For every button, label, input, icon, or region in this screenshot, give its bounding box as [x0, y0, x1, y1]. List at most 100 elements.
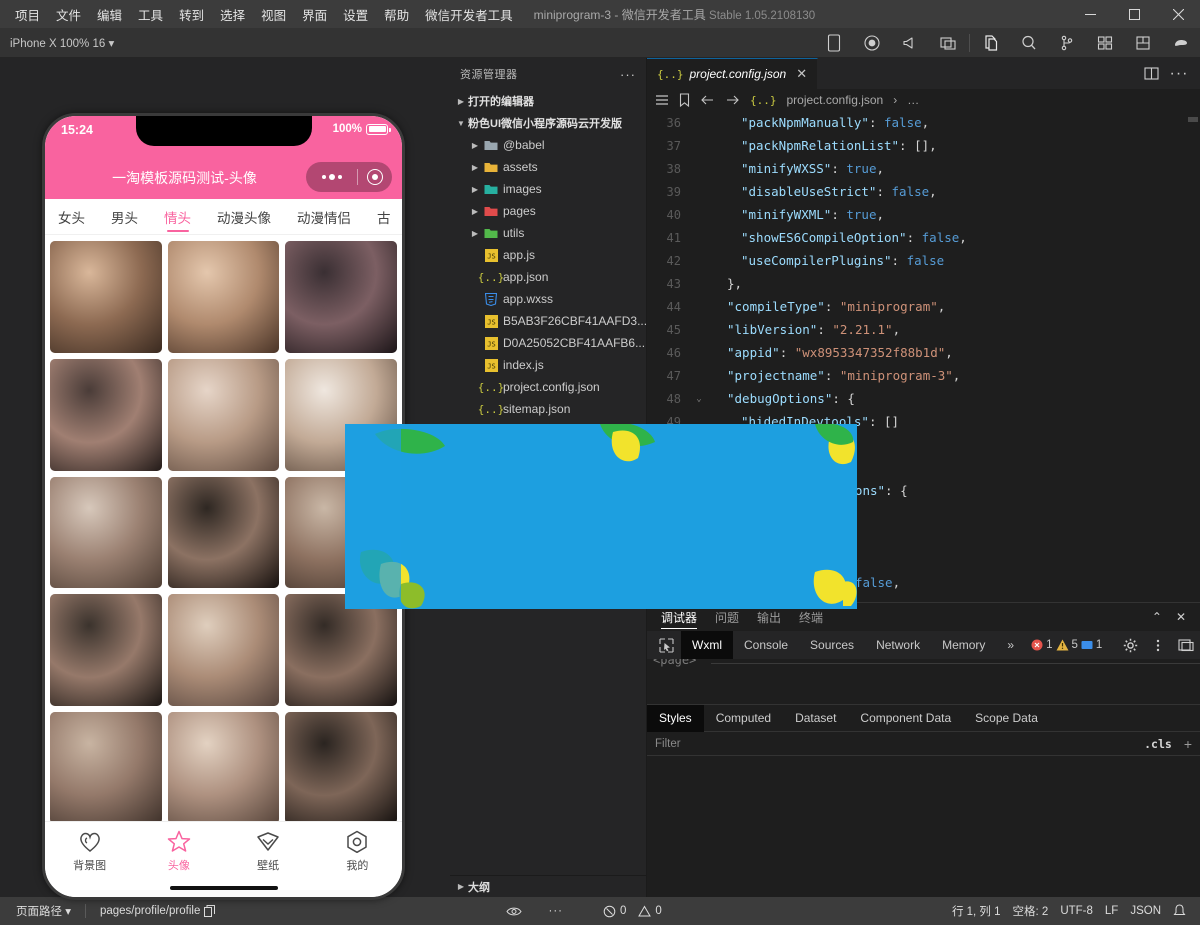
- explorer-item-6[interactable]: {..}app.json: [450, 266, 646, 288]
- devtools-issue-badges[interactable]: 151: [1031, 639, 1102, 651]
- explorer-more-button[interactable]: ···: [620, 67, 636, 82]
- encoding-indicator[interactable]: UTF-8: [1054, 897, 1099, 925]
- outline-list-icon[interactable]: [655, 93, 669, 107]
- copy-icon[interactable]: [204, 905, 216, 917]
- inspect-element-icon[interactable]: [651, 631, 681, 659]
- indentation-indicator[interactable]: 空格: 2: [1007, 897, 1055, 925]
- badge-info[interactable]: 1: [1081, 639, 1102, 651]
- editor-tab-project-config[interactable]: {..} project.config.json ✕: [647, 58, 818, 89]
- explorer-item-12[interactable]: {..}sitemap.json: [450, 398, 646, 420]
- eye-icon[interactable]: [500, 897, 528, 925]
- code-line[interactable]: 56"isGameTourist": false,: [647, 571, 1200, 594]
- explorer-tree[interactable]: ▶打开的编辑器▼粉色UI微信小程序源码云开发版▶@babel▶assets▶im…: [450, 90, 646, 875]
- collapse-icon[interactable]: ⌃: [1152, 610, 1162, 624]
- styles-subtab-3[interactable]: Component Data: [848, 705, 963, 732]
- code-line[interactable]: 50},: [647, 433, 1200, 456]
- status-more-button[interactable]: ···: [542, 897, 569, 925]
- styles-subtab-4[interactable]: Scope Data: [963, 705, 1050, 732]
- code-editor[interactable]: 36"packNpmManually": false,37"packNpmRel…: [647, 111, 1200, 602]
- devtools-tab-1[interactable]: Console: [733, 631, 799, 659]
- code-line[interactable]: 46"appid": "wx8953347352f88b1d",: [647, 341, 1200, 364]
- menu-item-2[interactable]: 编辑: [90, 1, 129, 28]
- category-tab-4[interactable]: 动漫情侣: [284, 199, 364, 235]
- menu-dots-icon[interactable]: [306, 174, 357, 180]
- styles-subtab-1[interactable]: Computed: [704, 705, 783, 732]
- menu-item-8[interactable]: 设置: [336, 1, 375, 28]
- debugger-tab-3[interactable]: 终端: [799, 603, 823, 631]
- devtools-overflow-button[interactable]: »: [996, 631, 1025, 659]
- explorer-item-11[interactable]: {..}project.config.json: [450, 376, 646, 398]
- page-path-selector[interactable]: 页面路径 ▾: [10, 897, 77, 925]
- add-rule-button[interactable]: +: [1184, 736, 1192, 752]
- explorer-item-8[interactable]: JSB5AB3F26CBF41AAFD3...: [450, 310, 646, 332]
- close-button[interactable]: [1156, 0, 1200, 28]
- code-line[interactable]: 38"minifyWXSS": true,: [647, 157, 1200, 180]
- warning-count[interactable]: 0: [632, 897, 667, 925]
- gear-icon[interactable]: [1116, 631, 1144, 659]
- code-line[interactable]: 43},: [647, 272, 1200, 295]
- code-line[interactable]: 49"hidedInDevtools": []: [647, 410, 1200, 433]
- bookmark-icon[interactable]: [679, 93, 690, 107]
- grid-image-cell[interactable]: [285, 477, 397, 589]
- language-indicator[interactable]: JSON: [1124, 897, 1167, 925]
- code-line[interactable]: 42"useCompilerPlugins": false: [647, 249, 1200, 272]
- search-icon[interactable]: [1010, 28, 1048, 58]
- grid-image-cell[interactable]: [50, 359, 162, 471]
- fold-toggle-icon[interactable]: ⌄: [691, 394, 707, 404]
- eol-indicator[interactable]: LF: [1099, 897, 1124, 925]
- code-line[interactable]: 53"baseURL": "",: [647, 502, 1200, 525]
- explorer-item-3[interactable]: ▶pages: [450, 200, 646, 222]
- code-line[interactable]: 51"scripts": {},: [647, 456, 1200, 479]
- grid-image-cell[interactable]: [168, 594, 280, 706]
- bell-icon[interactable]: [1167, 897, 1192, 925]
- grid-image-cell[interactable]: [168, 712, 280, 824]
- close-icon[interactable]: ✕: [796, 66, 807, 82]
- code-line[interactable]: 41"showES6CompileOption": false,: [647, 226, 1200, 249]
- split-editor-icon[interactable]: [1138, 61, 1164, 87]
- breadcrumb-more[interactable]: …: [907, 93, 919, 107]
- maximize-button[interactable]: [1112, 0, 1156, 28]
- code-line[interactable]: 39"disableUseStrict": false,: [647, 180, 1200, 203]
- extensions-icon[interactable]: [1086, 28, 1124, 58]
- breadcrumb-file[interactable]: project.config.json: [787, 93, 884, 107]
- code-line[interactable]: 57⌄"condition": {: [647, 594, 1200, 602]
- outline-section[interactable]: ▶ 大纲: [450, 875, 646, 897]
- scrollbar-thumb[interactable]: [1188, 117, 1198, 122]
- filter-input[interactable]: Filter: [655, 738, 681, 750]
- record-icon[interactable]: [853, 28, 891, 58]
- layout-icon[interactable]: [1124, 28, 1162, 58]
- line-col-indicator[interactable]: 行 1, 列 1: [946, 897, 1007, 925]
- category-tab-2[interactable]: 情头: [151, 199, 204, 235]
- problems-indicator[interactable]: 0 0: [597, 897, 668, 925]
- grid-image-cell[interactable]: [50, 477, 162, 589]
- menu-item-5[interactable]: 选择: [213, 1, 252, 28]
- explorer-item-7[interactable]: app.wxss: [450, 288, 646, 310]
- debugger-tab-2[interactable]: 输出: [757, 603, 781, 631]
- sound-icon[interactable]: [891, 28, 929, 58]
- devtools-tab-2[interactable]: Sources: [799, 631, 865, 659]
- grid-image-cell[interactable]: [285, 594, 397, 706]
- error-count[interactable]: 0: [597, 897, 632, 925]
- menu-item-1[interactable]: 文件: [49, 1, 88, 28]
- code-line[interactable]: 45"libVersion": "2.21.1",: [647, 318, 1200, 341]
- devtools-tab-3[interactable]: Network: [865, 631, 931, 659]
- menu-item-0[interactable]: 项目: [8, 1, 47, 28]
- menu-item-6[interactable]: 视图: [254, 1, 293, 28]
- styles-subtab-2[interactable]: Dataset: [783, 705, 848, 732]
- git-branch-icon[interactable]: [1048, 28, 1086, 58]
- menu-item-4[interactable]: 转到: [172, 1, 211, 28]
- multiwindow-icon[interactable]: [929, 28, 967, 58]
- grid-image-cell[interactable]: [285, 359, 397, 471]
- explorer-item-0[interactable]: ▶@babel: [450, 134, 646, 156]
- code-line[interactable]: 48⌄"debugOptions": {: [647, 387, 1200, 410]
- debugger-tab-0[interactable]: 调试器: [661, 603, 697, 631]
- grid-image-cell[interactable]: [50, 712, 162, 824]
- menu-item-7[interactable]: 界面: [295, 1, 334, 28]
- code-line[interactable]: 40"minifyWXML": true,: [647, 203, 1200, 226]
- explorer-item-10[interactable]: JSindex.js: [450, 354, 646, 376]
- image-grid[interactable]: [45, 235, 402, 830]
- code-line[interactable]: 37"packNpmRelationList": [],: [647, 134, 1200, 157]
- files-icon[interactable]: [972, 28, 1010, 58]
- element-tree-strip[interactable]: <page>: [647, 659, 1200, 705]
- category-tab-3[interactable]: 动漫头像: [204, 199, 284, 235]
